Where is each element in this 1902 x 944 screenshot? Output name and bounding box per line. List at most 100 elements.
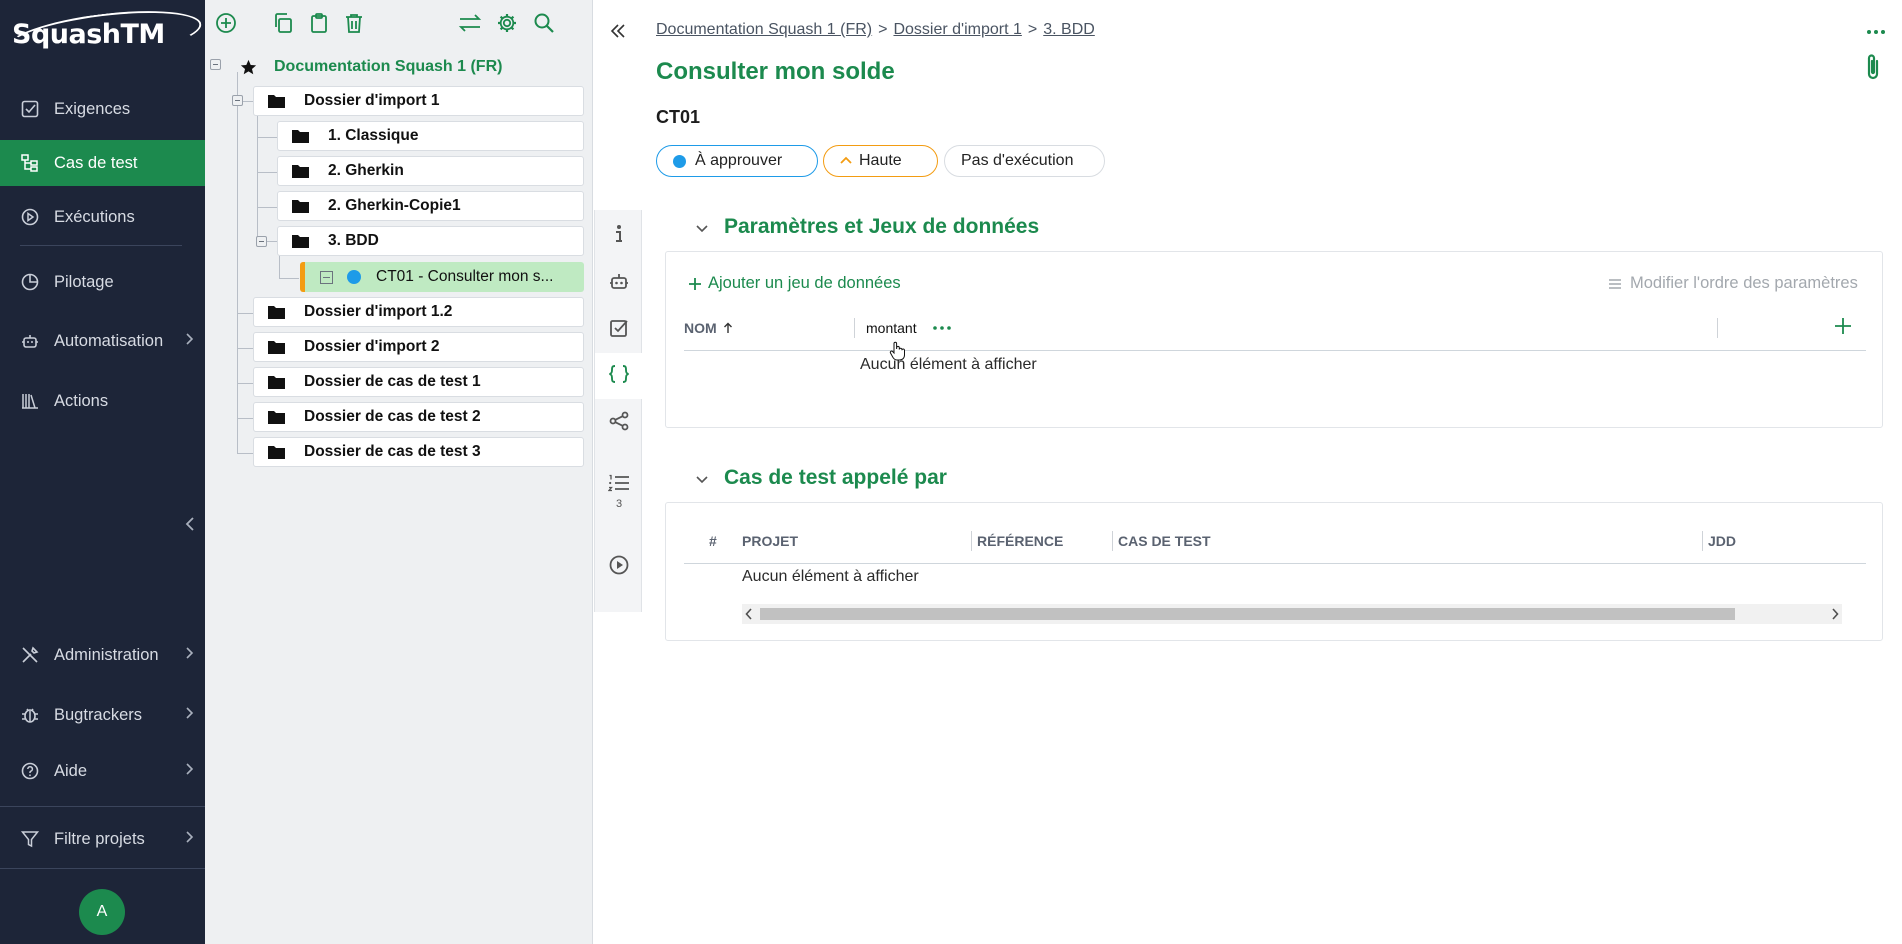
chevron-up-icon: [840, 156, 852, 166]
add-icon[interactable]: [213, 10, 239, 36]
column-header-number[interactable]: #: [709, 533, 717, 549]
nav-item-bugtrackers[interactable]: Bugtrackers: [0, 692, 205, 738]
execution-mode-badge[interactable]: Pas d'exécution: [944, 145, 1105, 177]
tree-node-folder[interactable]: 1. Classique: [277, 121, 584, 151]
tree-project-root[interactable]: Documentation Squash 1 (FR): [240, 54, 502, 80]
horizontal-scrollbar[interactable]: [742, 604, 1842, 624]
parameters-tab[interactable]: [595, 353, 643, 399]
column-header-jdd[interactable]: JDD: [1708, 533, 1736, 549]
collapse-nav-button[interactable]: [182, 515, 198, 533]
books-icon: [20, 391, 40, 411]
tree-node-folder[interactable]: Dossier de cas de test 1: [253, 367, 584, 397]
list-tab[interactable]: 3: [595, 466, 643, 518]
tree-line: [257, 172, 279, 173]
chevron-right-icon: [185, 331, 195, 352]
column-separator: [854, 318, 855, 338]
nav-item-aide[interactable]: Aide: [0, 748, 205, 794]
delete-icon[interactable]: [341, 10, 367, 36]
folder-icon: [268, 340, 285, 354]
column-header-montant[interactable]: montant: [866, 320, 917, 336]
section-title-parameters[interactable]: Paramètres et Jeux de données: [724, 215, 1039, 239]
nav-item-actions[interactable]: Actions: [0, 378, 205, 424]
chevron-down-icon[interactable]: [694, 472, 710, 493]
search-icon[interactable]: [531, 10, 557, 36]
column-header-name[interactable]: NOM: [684, 320, 733, 336]
folder-icon: [268, 375, 285, 389]
collapse-square-icon: [320, 270, 333, 284]
collapse-toggle[interactable]: [210, 59, 221, 70]
folder-icon: [268, 445, 285, 459]
tree-node-folder[interactable]: 2. Gherkin: [277, 156, 584, 186]
nav-item-cas-de-test[interactable]: Cas de test: [0, 140, 205, 186]
scrollbar-thumb[interactable]: [760, 608, 1735, 620]
checkbox-icon: [20, 99, 40, 119]
folder-icon: [268, 410, 285, 424]
collapse-toggle[interactable]: [256, 236, 267, 247]
tree-node-folder[interactable]: 2. Gherkin-Copie1: [277, 191, 584, 221]
nav-item-administration[interactable]: Administration: [0, 632, 205, 678]
collapse-tree-button[interactable]: [610, 20, 626, 47]
numbered-list-icon: [607, 474, 630, 497]
tree-node-test-case-selected[interactable]: CT01 - Consulter mon s...: [300, 262, 584, 292]
robot-icon: [609, 271, 629, 296]
tree-line: [257, 207, 279, 208]
info-tab[interactable]: [595, 213, 643, 259]
column-separator: [971, 531, 972, 551]
add-parameter-icon[interactable]: [1834, 317, 1852, 340]
nav-divider: [0, 868, 205, 869]
page-title[interactable]: Consulter mon solde: [656, 58, 895, 86]
breadcrumb-subfolder[interactable]: 3. BDD: [1043, 21, 1095, 39]
column-options-icon[interactable]: [932, 318, 952, 336]
nav-item-automatisation[interactable]: Automatisation: [0, 318, 205, 364]
share-tab[interactable]: [595, 400, 643, 446]
breadcrumb-project[interactable]: Documentation Squash 1 (FR): [656, 21, 872, 39]
paste-icon[interactable]: [306, 10, 332, 36]
column-header-project[interactable]: PROJET: [742, 533, 798, 549]
tree-node-folder[interactable]: 3. BDD: [277, 226, 584, 256]
share-icon: [609, 411, 629, 436]
automation-tab[interactable]: [595, 260, 643, 306]
column-separator: [1702, 531, 1703, 551]
folder-icon: [268, 94, 285, 108]
reorder-parameters-button[interactable]: Modifier l'ordre des paramètres: [1608, 274, 1858, 293]
nav-item-pilotage[interactable]: Pilotage: [0, 259, 205, 305]
tree-node-folder[interactable]: Dossier d'import 1: [253, 86, 584, 116]
chevron-down-icon[interactable]: [694, 221, 710, 242]
bug-icon: [20, 705, 40, 725]
tree-node-folder[interactable]: Dossier de cas de test 3: [253, 437, 584, 467]
tree-icon: [20, 153, 40, 173]
test-case-reference[interactable]: CT01: [656, 107, 700, 128]
add-dataset-button[interactable]: Ajouter un jeu de données: [688, 274, 901, 293]
steps-tab[interactable]: [595, 307, 643, 353]
copy-icon[interactable]: [270, 10, 296, 36]
more-options-icon[interactable]: [1866, 18, 1886, 41]
column-separator: [1112, 531, 1113, 551]
scroll-left-icon[interactable]: [745, 608, 753, 620]
empty-state-text: Aucun élément à afficher: [860, 356, 1037, 373]
status-badge[interactable]: À approuver: [656, 145, 818, 177]
transfer-icon[interactable]: [457, 10, 483, 36]
play-circle-icon: [609, 555, 629, 580]
section-title-called-by[interactable]: Cas de test appelé par: [724, 466, 947, 490]
tree-node-folder[interactable]: Dossier d'import 2: [253, 332, 584, 362]
main-nav: SquashTM Exigences Cas de test Exécution…: [0, 0, 205, 944]
avatar[interactable]: A: [79, 889, 125, 935]
executions-tab[interactable]: [595, 544, 643, 590]
squashtm-logo[interactable]: SquashTM: [4, 2, 204, 70]
column-header-test-case[interactable]: CAS DE TEST: [1118, 533, 1211, 549]
play-circle-icon: [20, 207, 40, 227]
tree-node-folder[interactable]: Dossier de cas de test 2: [253, 402, 584, 432]
gear-icon[interactable]: [494, 10, 520, 36]
attachment-icon[interactable]: [1864, 52, 1882, 87]
nav-item-exigences[interactable]: Exigences: [0, 86, 205, 132]
scroll-right-icon[interactable]: [1831, 608, 1839, 620]
breadcrumb: Documentation Squash 1 (FR) > Dossier d'…: [656, 21, 1095, 39]
breadcrumb-folder[interactable]: Dossier d'import 1: [893, 21, 1021, 39]
nav-item-filtre-projets[interactable]: Filtre projets: [0, 816, 205, 862]
tree-line: [257, 137, 279, 138]
collapse-toggle[interactable]: [232, 95, 243, 106]
column-header-reference[interactable]: RÉFÉRENCE: [977, 533, 1063, 549]
importance-badge[interactable]: Haute: [823, 145, 938, 177]
nav-item-executions[interactable]: Exécutions: [0, 194, 205, 240]
tree-node-folder[interactable]: Dossier d'import 1.2: [253, 297, 584, 327]
